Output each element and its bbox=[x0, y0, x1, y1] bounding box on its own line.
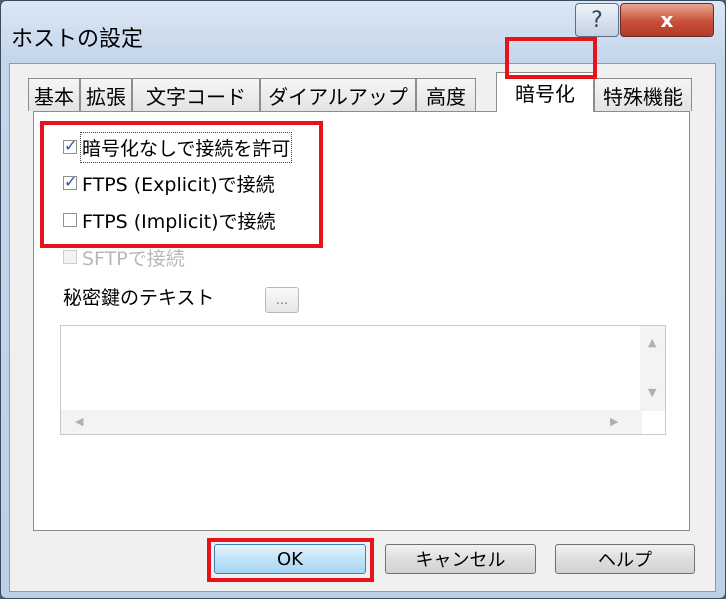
checkbox-disabled-icon bbox=[63, 250, 77, 264]
checkbox-checked-icon[interactable] bbox=[63, 172, 77, 191]
cancel-button[interactable]: キャンセル bbox=[385, 544, 536, 574]
checkbox-unchecked-icon[interactable] bbox=[63, 213, 77, 227]
title-bar[interactable]: ホストの設定 ? x bbox=[1, 1, 725, 61]
allow-unencrypted-checkbox[interactable]: 暗号化なしで接続を許可 bbox=[63, 131, 293, 163]
help-button[interactable]: ヘルプ bbox=[555, 544, 695, 574]
tab-dialup[interactable]: ダイアルアップ bbox=[260, 78, 416, 111]
allow-unencrypted-label: 暗号化なしで接続を許可 bbox=[79, 131, 293, 163]
private-key-label: 秘密鍵のテキスト bbox=[63, 287, 215, 309]
close-icon[interactable]: x bbox=[620, 3, 714, 37]
tab-advanced[interactable]: 高度 bbox=[416, 78, 476, 111]
scroll-right-icon[interactable]: ▶ bbox=[610, 415, 618, 428]
scroll-left-icon[interactable]: ◀ bbox=[75, 415, 83, 428]
ok-button[interactable]: OK bbox=[214, 544, 366, 574]
tab-encryption[interactable]: 暗号化 bbox=[496, 72, 594, 112]
sftp-checkbox: SFTPで接続 bbox=[63, 244, 185, 270]
tab-extended[interactable]: 拡張 bbox=[80, 78, 132, 111]
help-icon[interactable]: ? bbox=[575, 3, 619, 37]
checkbox-checked-icon[interactable] bbox=[63, 136, 77, 155]
scroll-up-icon[interactable]: ▲ bbox=[648, 336, 656, 349]
horizontal-scrollbar[interactable]: ◀ ▶ bbox=[61, 410, 642, 434]
sftp-label: SFTPで接続 bbox=[82, 247, 185, 270]
browse-key-button[interactable]: ... bbox=[265, 287, 299, 313]
scroll-down-icon[interactable]: ▼ bbox=[648, 386, 656, 399]
tab-special-features[interactable]: 特殊機能 bbox=[594, 78, 692, 111]
ftps-explicit-checkbox[interactable]: FTPS (Explicit)で接続 bbox=[63, 170, 275, 196]
ftps-implicit-label: FTPS (Implicit)で接続 bbox=[82, 210, 276, 233]
vertical-scrollbar[interactable]: ▲ ▼ bbox=[640, 326, 665, 411]
ftps-explicit-label: FTPS (Explicit)で接続 bbox=[82, 173, 275, 196]
ftps-implicit-checkbox[interactable]: FTPS (Implicit)で接続 bbox=[63, 207, 276, 233]
tab-character-code[interactable]: 文字コード bbox=[132, 78, 260, 111]
dialog-title: ホストの設定 bbox=[11, 27, 144, 52]
tab-basic[interactable]: 基本 bbox=[28, 78, 80, 111]
private-key-textarea[interactable]: ▲ ▼ ◀ ▶ bbox=[60, 325, 666, 435]
